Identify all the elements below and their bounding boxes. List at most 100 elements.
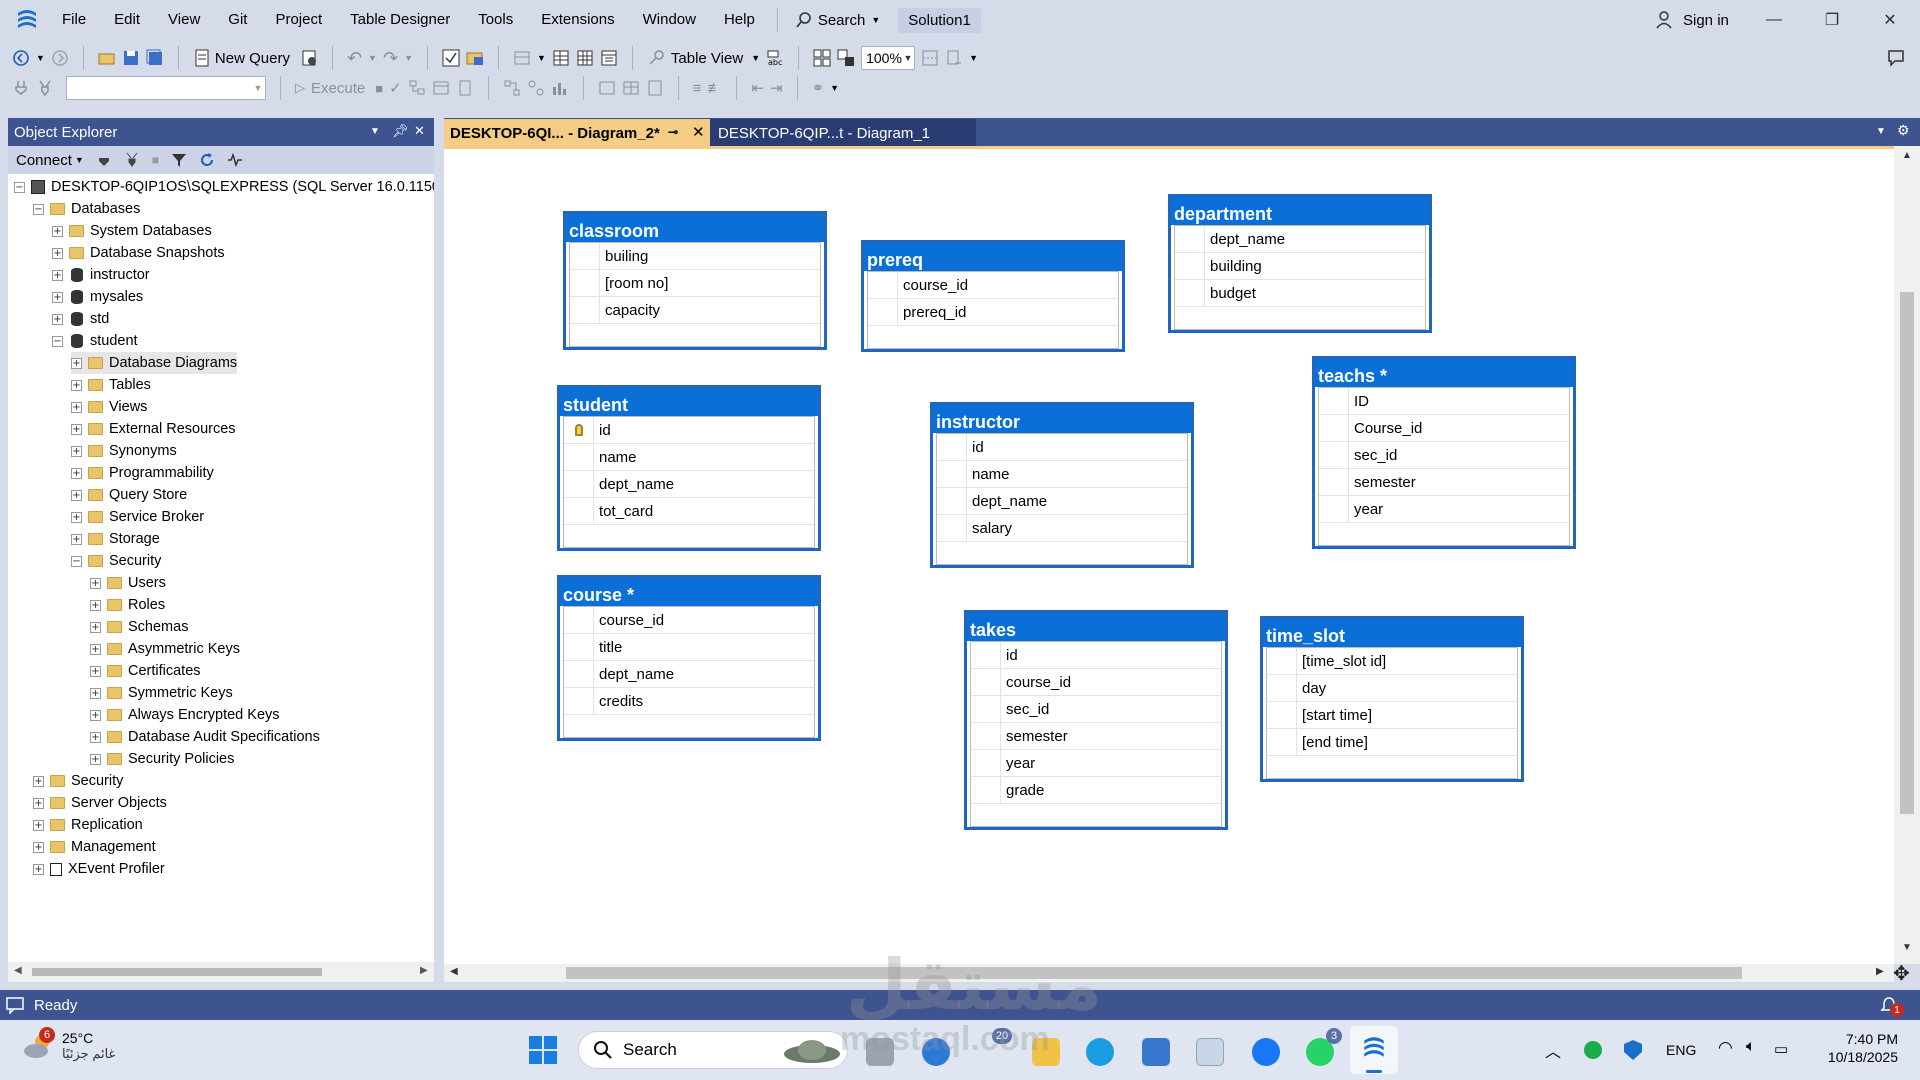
chevron-down-icon[interactable]: ▼	[368, 53, 377, 63]
layout-icon[interactable]	[513, 49, 531, 67]
column-row[interactable]: salary	[937, 515, 1187, 542]
tree-node[interactable]: + Symmetric Keys	[90, 682, 233, 704]
diagram-table[interactable]: time_slot [time_slot id] day [start time] [e…	[1260, 616, 1524, 782]
dropdown-icon[interactable]: ▼	[370, 126, 380, 137]
recalculate-page-icon[interactable]	[945, 49, 963, 67]
tree-node[interactable]: + Tables	[71, 374, 151, 396]
menu-git[interactable]: Git	[214, 0, 261, 40]
tree-node[interactable]: + Programmability	[71, 462, 214, 484]
diagram-table[interactable]: takes id course_id sec_id semester year grade	[964, 610, 1228, 830]
save-icon[interactable]	[122, 49, 140, 67]
column-row[interactable]: tot_card	[564, 498, 814, 525]
expand-icon[interactable]: +	[71, 401, 82, 413]
table-title[interactable]: department	[1171, 197, 1429, 225]
row-selector[interactable]	[570, 270, 600, 296]
pin-icon[interactable]: 📌︎	[392, 123, 409, 139]
chevron-up-icon[interactable]: ︿	[1545, 1038, 1561, 1062]
column-row[interactable]: budget	[1175, 280, 1425, 307]
row-selector[interactable]	[564, 498, 594, 524]
intellisense-icon[interactable]	[456, 79, 474, 97]
tree-node[interactable]: + std	[52, 308, 109, 330]
pin-icon[interactable]: ⊸	[668, 125, 678, 139]
database-combo[interactable]: ▼	[66, 76, 266, 100]
query-options-icon[interactable]	[300, 49, 318, 67]
expand-icon[interactable]: +	[33, 797, 44, 809]
row-selector[interactable]	[1175, 253, 1205, 279]
expand-icon[interactable]: +	[90, 709, 101, 721]
relationship-icon[interactable]	[600, 49, 618, 67]
decrease-indent-icon[interactable]: ⇤	[751, 79, 764, 97]
column-row[interactable]: title	[564, 634, 814, 661]
tree-node[interactable]: − DESKTOP-6QIP1OS\SQLEXPRESS (SQL Server …	[14, 176, 434, 198]
expand-icon[interactable]: +	[33, 863, 44, 875]
row-selector[interactable]	[1319, 496, 1349, 522]
diagram-table[interactable]: instructor id name dept_name salary	[930, 402, 1194, 568]
expand-icon[interactable]: +	[71, 467, 82, 479]
expand-icon[interactable]: +	[90, 665, 101, 677]
column-row[interactable]: capacity	[570, 297, 820, 324]
specify-values-icon[interactable]: ⚭	[812, 79, 825, 97]
tree-node[interactable]: + Database Audit Specifications	[90, 726, 320, 748]
disconnect-icon[interactable]	[124, 152, 140, 168]
column-row[interactable]: [time_slot id]	[1267, 648, 1517, 675]
parse-icon[interactable]: ✓	[389, 79, 402, 97]
column-row[interactable]: dept_name	[937, 488, 1187, 515]
tree-node[interactable]: + Database Diagrams	[71, 352, 238, 374]
menu-edit[interactable]: Edit	[100, 0, 154, 40]
increase-indent-icon[interactable]: ⇥	[770, 79, 783, 97]
column-row[interactable]: dept_name	[564, 471, 814, 498]
column-row[interactable]: semester	[971, 723, 1221, 750]
column-row[interactable]: building	[1175, 253, 1425, 280]
collapse-icon[interactable]: −	[71, 555, 82, 567]
execute-button[interactable]: ▷ Execute	[295, 80, 369, 97]
store-icon[interactable]	[1142, 1038, 1170, 1066]
column-row[interactable]: name	[564, 444, 814, 471]
expand-icon[interactable]: +	[52, 291, 63, 303]
weather-widget[interactable]: 25°C غائم جزئيًا	[22, 1030, 115, 1062]
column-row[interactable]: id	[937, 434, 1187, 461]
menu-extensions[interactable]: Extensions	[527, 0, 628, 40]
column-row[interactable]: id	[971, 642, 1221, 669]
row-selector[interactable]	[868, 299, 898, 325]
expand-icon[interactable]: +	[90, 753, 101, 765]
column-row[interactable]: semester	[1319, 469, 1569, 496]
diagram-table[interactable]: department dept_name building budget	[1168, 194, 1432, 333]
tree-node[interactable]: + Certificates	[90, 660, 201, 682]
expand-icon[interactable]: +	[52, 225, 63, 237]
expand-icon[interactable]: +	[71, 423, 82, 435]
client-stats-icon[interactable]	[551, 79, 569, 97]
results-text-icon[interactable]	[598, 79, 616, 97]
column-row[interactable]: course_id	[868, 272, 1118, 299]
expand-icon[interactable]: +	[71, 511, 82, 523]
row-selector[interactable]	[564, 444, 594, 470]
plug-icon[interactable]	[96, 152, 112, 168]
row-selector[interactable]	[937, 488, 967, 514]
tree-node[interactable]: + Query Store	[71, 484, 187, 506]
expand-icon[interactable]: +	[90, 577, 101, 589]
tree-node[interactable]: + Views	[71, 396, 147, 418]
tab-diagram-1[interactable]: DESKTOP-6QIP...t - Diagram_1	[710, 119, 976, 147]
uncomment-icon[interactable]: ≢	[707, 80, 722, 97]
expand-icon[interactable]: +	[52, 247, 63, 259]
scroll-left-icon[interactable]: ◀	[450, 966, 458, 977]
diagram-canvas[interactable]: classroom builing [room no] capacity prereq c…	[444, 146, 1894, 964]
row-selector[interactable]	[971, 696, 1001, 722]
arrange-tables-icon[interactable]	[813, 49, 831, 67]
redo-icon[interactable]: ↷	[383, 48, 398, 69]
stop-icon[interactable]: ■	[375, 81, 383, 96]
table-title[interactable]: student	[560, 388, 818, 416]
row-selector[interactable]	[564, 417, 594, 443]
activity-monitor-icon[interactable]	[227, 152, 243, 168]
clock[interactable]: 7:40 PM 10/18/2025	[1818, 1031, 1898, 1065]
tree-node[interactable]: + Roles	[90, 594, 165, 616]
row-selector[interactable]	[971, 669, 1001, 695]
row-selector[interactable]	[564, 661, 594, 687]
chevron-down-icon[interactable]: ▼	[969, 53, 978, 63]
table-title[interactable]: prereq	[864, 243, 1122, 271]
column-row[interactable]: credits	[564, 688, 814, 715]
tree-node[interactable]: + mysales	[52, 286, 143, 308]
tree-node[interactable]: + Always Encrypted Keys	[90, 704, 280, 726]
expand-icon[interactable]: +	[33, 819, 44, 831]
column-row[interactable]: [room no]	[570, 270, 820, 297]
taskbar-search[interactable]: Search	[578, 1031, 848, 1069]
